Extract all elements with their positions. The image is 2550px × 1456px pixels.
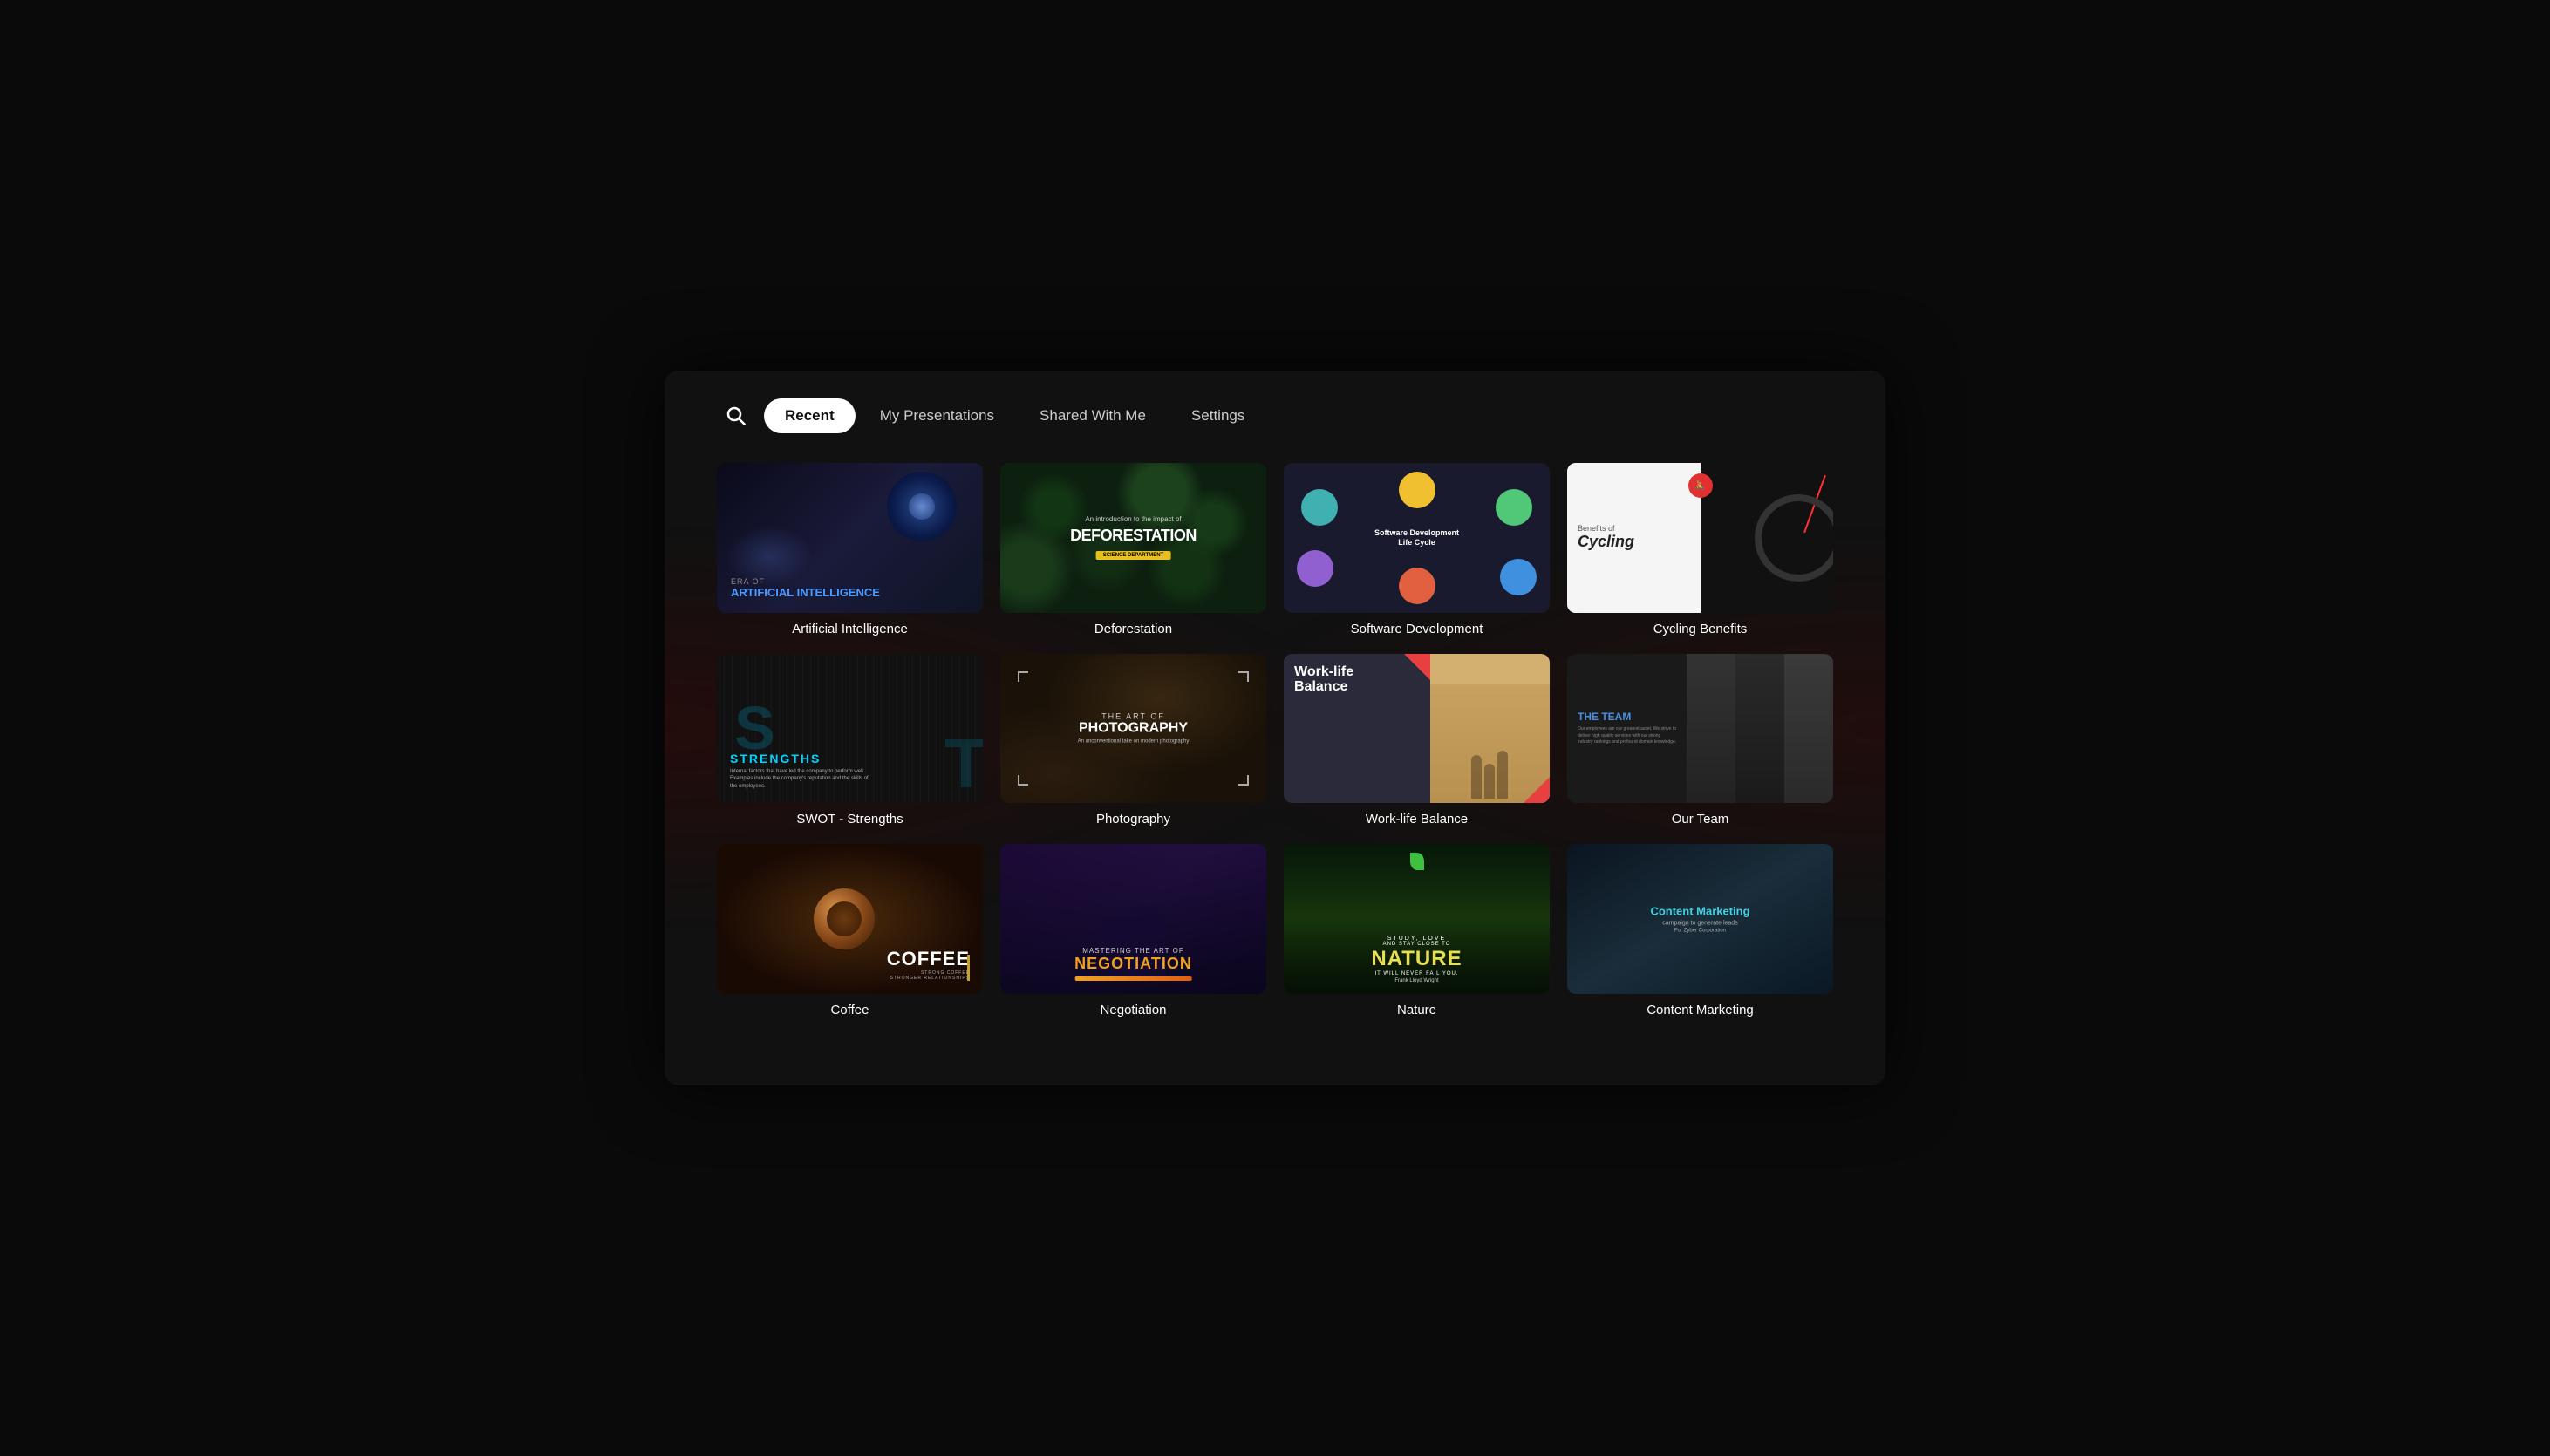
thumbnail-team: THE TEAM Our employees are our greatest … xyxy=(1567,654,1833,804)
presentation-title-software: Software Development xyxy=(1351,622,1483,636)
tab-shared-with-me[interactable]: Shared With Me xyxy=(1019,398,1167,433)
tab-my-presentations[interactable]: My Presentations xyxy=(859,398,1015,433)
presentation-title-content: Content Marketing xyxy=(1647,1003,1754,1017)
presentation-item-nature[interactable]: STUDY, LOVE AND STAY CLOSE TO NATURE IT … xyxy=(1284,844,1550,1017)
presentation-item-content[interactable]: Content Marketing campaign to generate l… xyxy=(1567,844,1833,1017)
presentation-title-worklife: Work-life Balance xyxy=(1366,812,1468,827)
nav-bar: Recent My Presentations Shared With Me S… xyxy=(717,397,1833,435)
thumbnail-negotiation: Mastering the art of NEGOTIATION xyxy=(1000,844,1266,994)
tab-recent[interactable]: Recent xyxy=(764,398,856,433)
presentation-item-photography[interactable]: THE ART OF PHOTOGRAPHY An unconventional… xyxy=(1000,654,1266,827)
thumbnail-software: Software Development Life Cycle xyxy=(1284,463,1550,613)
presentation-title-photography: Photography xyxy=(1096,812,1170,827)
thumbnail-nature: STUDY, LOVE AND STAY CLOSE TO NATURE IT … xyxy=(1284,844,1550,994)
thumbnail-coffee: COFFEE STRONG COFFEESTRONGER RELATIONSHI… xyxy=(717,844,983,994)
tab-settings[interactable]: Settings xyxy=(1170,398,1265,433)
presentation-title-deforestation: Deforestation xyxy=(1094,622,1172,636)
presentations-grid: ERA OF ARTIFICIAL INTELLIGENCE Artificia… xyxy=(717,463,1833,1017)
thumbnail-worklife: Work-life Balance xyxy=(1284,654,1550,804)
app-container: Recent My Presentations Shared With Me S… xyxy=(665,371,1885,1085)
presentation-item-ai[interactable]: ERA OF ARTIFICIAL INTELLIGENCE Artificia… xyxy=(717,463,983,636)
presentation-item-worklife[interactable]: Work-life Balance Work-life Balance xyxy=(1284,654,1550,827)
thumbnail-ai: ERA OF ARTIFICIAL INTELLIGENCE xyxy=(717,463,983,613)
presentation-title-cycling: Cycling Benefits xyxy=(1653,622,1748,636)
search-button[interactable] xyxy=(717,397,755,435)
presentation-title-team: Our Team xyxy=(1672,812,1729,827)
thumbnail-photography: THE ART OF PHOTOGRAPHY An unconventional… xyxy=(1000,654,1266,804)
presentation-title-coffee: Coffee xyxy=(831,1003,869,1017)
thumbnail-cycling: Benefits of Cycling 🚴 xyxy=(1567,463,1833,613)
presentation-item-cycling[interactable]: Benefits of Cycling 🚴 Cycling Benefits xyxy=(1567,463,1833,636)
thumbnail-content: Content Marketing campaign to generate l… xyxy=(1567,844,1833,994)
presentation-title-nature: Nature xyxy=(1397,1003,1436,1017)
nav-tabs: Recent My Presentations Shared With Me S… xyxy=(764,398,1265,433)
cycling-icon: 🚴 xyxy=(1688,473,1713,498)
presentation-item-deforestation[interactable]: An introduction to the impact of DEFORES… xyxy=(1000,463,1266,636)
presentation-item-software[interactable]: Software Development Life Cycle Software… xyxy=(1284,463,1550,636)
presentation-item-negotiation[interactable]: Mastering the art of NEGOTIATION Negotia… xyxy=(1000,844,1266,1017)
thumbnail-swot: S STRENGTHS Internal factors that have l… xyxy=(717,654,983,804)
presentation-title-negotiation: Negotiation xyxy=(1101,1003,1167,1017)
presentation-title-ai: Artificial Intelligence xyxy=(792,622,908,636)
thumbnail-deforestation: An introduction to the impact of DEFORES… xyxy=(1000,463,1266,613)
presentation-item-team[interactable]: THE TEAM Our employees are our greatest … xyxy=(1567,654,1833,827)
presentation-title-swot: SWOT - Strengths xyxy=(796,812,903,827)
presentation-item-swot[interactable]: S STRENGTHS Internal factors that have l… xyxy=(717,654,983,827)
presentation-item-coffee[interactable]: COFFEE STRONG COFFEESTRONGER RELATIONSHI… xyxy=(717,844,983,1017)
